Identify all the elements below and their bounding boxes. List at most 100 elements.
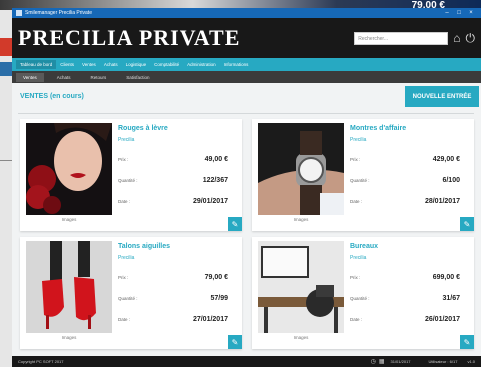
pencil-icon[interactable]: ✎ <box>228 335 242 349</box>
product-photo-watch <box>258 123 344 215</box>
status-bar: Copyright PC SOFT 2017 ◷ ▦ 31/01/2017 Ut… <box>12 356 481 367</box>
product-name: Rouges à lèvre <box>118 125 168 132</box>
price-label: Prix : <box>350 274 361 280</box>
quantity-value: 31/67 <box>442 294 460 302</box>
price-value: 429,00 € <box>432 155 460 163</box>
nav-item-purchases[interactable]: Achats <box>100 60 122 69</box>
title-bar: Smilemanager Precilia Private – □ × <box>12 8 481 18</box>
brand-logo: PRECILIA PRIVATE <box>18 25 241 50</box>
product-name: Talons aiguilles <box>118 243 170 250</box>
maximize-icon[interactable]: □ <box>453 10 465 16</box>
background-red-tab <box>0 38 12 56</box>
background-line <box>0 160 12 161</box>
product-brand: Precilia <box>118 137 135 143</box>
product-card[interactable]: Images Talons aiguilles Precilia Prix : … <box>20 237 242 349</box>
app-icon <box>16 10 22 16</box>
product-card[interactable]: Images Rouges à lèvre Precilia Prix : 49… <box>20 119 242 231</box>
date-value: 29/01/2017 <box>192 197 228 205</box>
quantity-row: Quantité : 31/67 <box>350 293 460 303</box>
tab-returns[interactable]: Retours <box>84 73 114 82</box>
app-window: Smilemanager Precilia Private – □ × PREC… <box>12 8 481 367</box>
images-label[interactable]: Images <box>258 335 344 340</box>
date-value: 26/01/2017 <box>424 315 460 323</box>
home-icon[interactable]: ⌂ <box>453 31 460 45</box>
pencil-icon[interactable]: ✎ <box>460 217 474 231</box>
quantity-value: 122/367 <box>202 176 228 184</box>
date-label: Date : <box>118 198 131 204</box>
date-label: Date : <box>350 316 363 322</box>
clock-icon: ◷ <box>370 359 376 365</box>
price-value: 699,00 € <box>432 273 460 281</box>
quantity-label: Quantité : <box>350 295 370 301</box>
images-label[interactable]: Images <box>26 217 112 222</box>
product-name: Bureaux <box>350 243 379 250</box>
main-content: VENTES (en cours) NOUVELLE ENTRÉE Images… <box>12 83 481 354</box>
quantity-row: Quantité : 122/367 <box>118 175 228 185</box>
window-title: Smilemanager Precilia Private <box>25 10 92 16</box>
sub-navigation: Ventes Achats Retours Satisfaction <box>12 71 481 83</box>
tab-purchases[interactable]: Achats <box>50 73 78 82</box>
background-left-panel <box>0 10 12 367</box>
date-value: 27/01/2017 <box>192 315 228 323</box>
date-value: 28/01/2017 <box>424 197 460 205</box>
quantity-label: Quantité : <box>118 177 138 183</box>
price-label: Prix : <box>350 156 361 162</box>
footer-user: Utilisateur : 6/17 <box>428 359 458 364</box>
date-row: Date : 26/01/2017 <box>350 314 460 324</box>
date-row: Date : 28/01/2017 <box>350 196 460 206</box>
quantity-value: 6/100 <box>442 176 460 184</box>
close-icon[interactable]: × <box>465 10 477 16</box>
date-label: Date : <box>118 316 131 322</box>
price-row: Prix : 699,00 € <box>350 272 460 282</box>
nav-item-clients[interactable]: Clients <box>56 60 78 69</box>
search-input[interactable]: Rechercher... <box>354 31 449 45</box>
product-photo-lipstick <box>26 123 112 215</box>
price-value: 79,00 € <box>204 273 228 281</box>
nav-item-administration[interactable]: Administration <box>183 60 220 69</box>
product-card[interactable]: Images Bureaux Precilia Prix : 699,00 € … <box>252 237 474 349</box>
quantity-row: Quantité : 57/99 <box>118 293 228 303</box>
calendar-icon: ▦ <box>378 359 385 365</box>
price-row: Prix : 79,00 € <box>118 272 228 282</box>
pencil-icon[interactable]: ✎ <box>228 217 242 231</box>
app-header: PRECILIA PRIVATE Rechercher... ⌂ ⏻ <box>12 18 481 58</box>
product-brand: Precilia <box>118 255 135 261</box>
nav-item-accounting[interactable]: Comptabilité <box>150 60 183 69</box>
images-label[interactable]: Images <box>26 335 112 340</box>
tab-satisfaction[interactable]: Satisfaction <box>119 73 156 82</box>
nav-item-dashboard[interactable]: Tableau de bord <box>16 60 57 69</box>
product-card[interactable]: Images Montres d'affaire Precilia Prix :… <box>252 119 474 231</box>
product-brand: Precilia <box>350 137 367 143</box>
images-label[interactable]: Images <box>258 217 344 222</box>
quantity-label: Quantité : <box>118 295 138 301</box>
quantity-label: Quantité : <box>350 177 370 183</box>
date-label: Date : <box>350 198 363 204</box>
price-row: Prix : 49,00 € <box>118 154 228 164</box>
product-photo-heels <box>26 241 112 333</box>
price-value: 49,00 € <box>204 155 228 163</box>
footer-version: v1.0 <box>467 359 475 364</box>
nav-item-sales[interactable]: Ventes <box>78 60 100 69</box>
date-row: Date : 29/01/2017 <box>118 196 228 206</box>
background-blue-tab <box>0 62 12 76</box>
price-label: Prix : <box>118 156 129 162</box>
main-navigation: Tableau de bord Clients Ventes Achats Lo… <box>12 58 481 71</box>
minimize-icon[interactable]: – <box>441 10 453 16</box>
price-label: Prix : <box>118 274 129 280</box>
nav-item-information[interactable]: Informations <box>220 60 253 69</box>
product-name: Montres d'affaire <box>350 125 407 132</box>
new-entry-button[interactable]: NOUVELLE ENTRÉE <box>405 86 479 107</box>
quantity-row: Quantité : 6/100 <box>350 175 460 185</box>
product-brand: Precilia <box>350 255 367 261</box>
date-row: Date : 27/01/2017 <box>118 314 228 324</box>
section-title: VENTES (en cours) <box>20 93 84 100</box>
footer-date: 31/01/2017 <box>390 359 411 364</box>
copyright-text: Copyright PC SOFT 2017 <box>18 359 64 364</box>
nav-item-logistics[interactable]: Logistique <box>122 60 151 69</box>
tab-sales[interactable]: Ventes <box>16 72 44 82</box>
pencil-icon[interactable]: ✎ <box>460 335 474 349</box>
price-row: Prix : 429,00 € <box>350 154 460 164</box>
product-photo-desk <box>258 241 344 333</box>
section-divider <box>18 113 474 114</box>
power-icon[interactable]: ⏻ <box>466 31 476 46</box>
